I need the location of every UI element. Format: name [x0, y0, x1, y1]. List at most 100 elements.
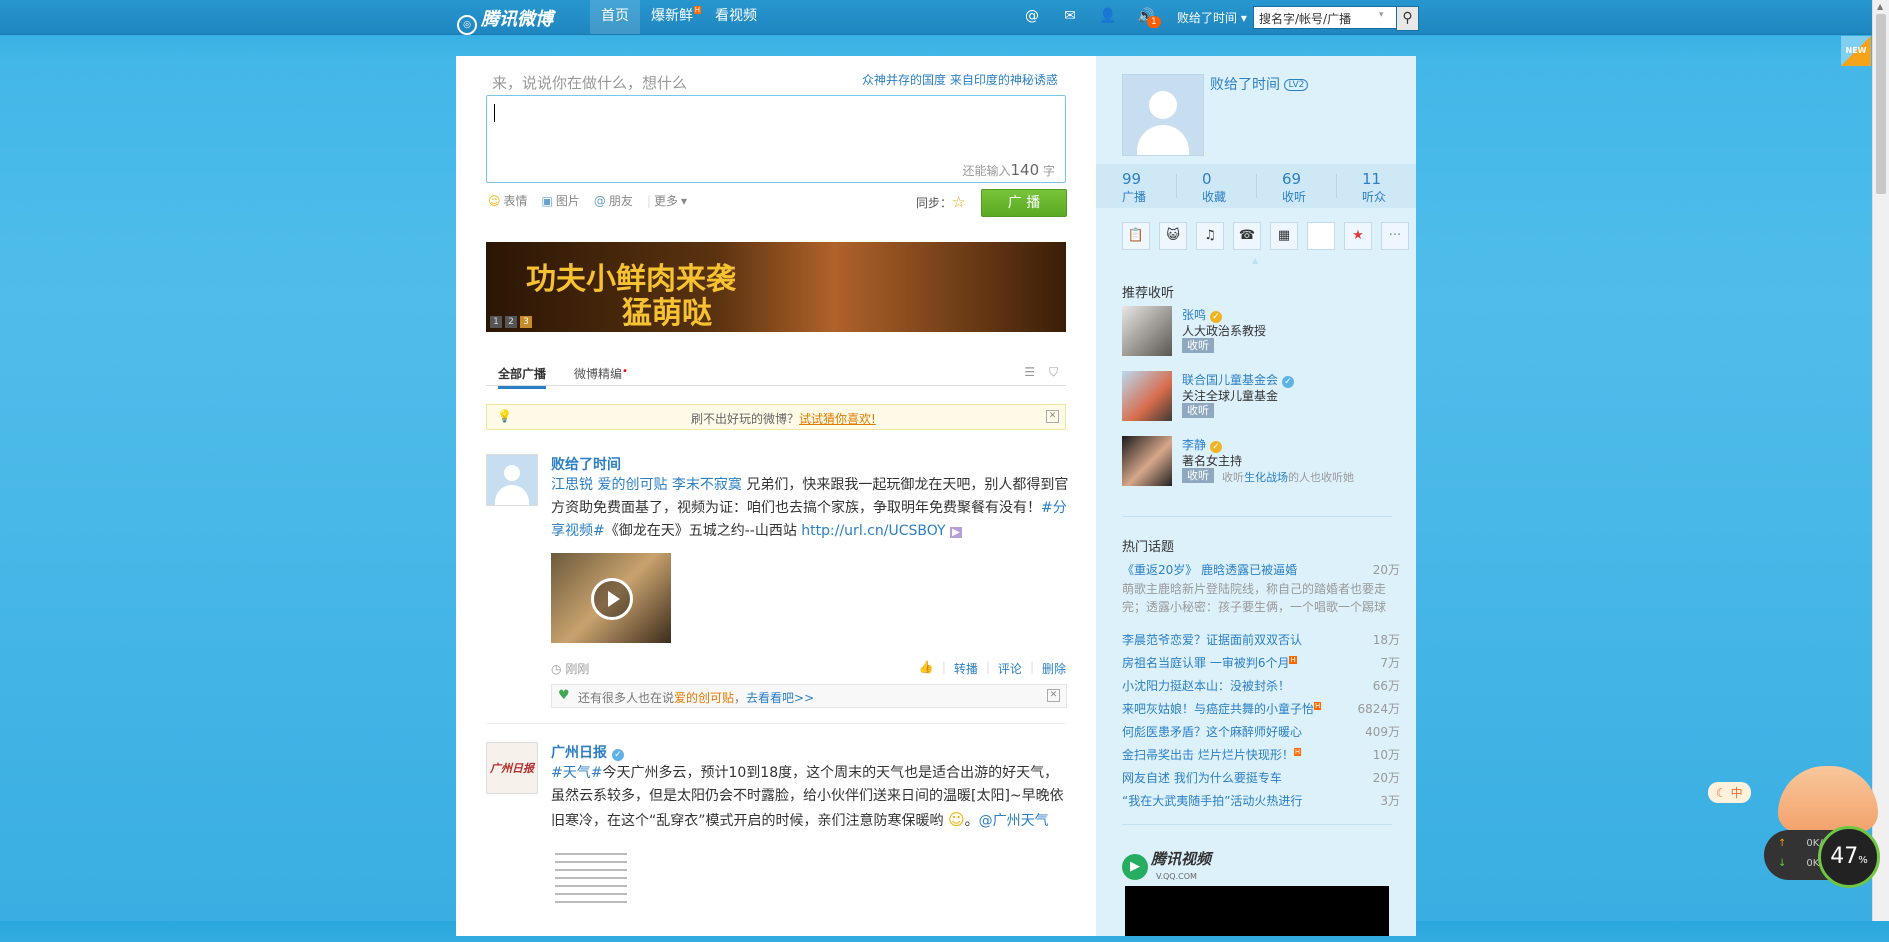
hot-topic-item[interactable]: 《重返20岁》 鹿晗透露已被逼婚 20万 [1122, 561, 1400, 578]
nav-fresh[interactable]: 爆新鲜 H [640, 0, 704, 34]
tab-picks[interactable]: 微博精编• [574, 365, 628, 382]
tab-all-label: 全部广播 [498, 367, 547, 381]
search-button[interactable]: ⚲ [1396, 6, 1419, 31]
stat-favorites[interactable]: 0 收藏 [1176, 164, 1256, 208]
more-apps-icon[interactable]: ··· [1381, 222, 1409, 250]
nav-video[interactable]: 看视频 [704, 0, 768, 34]
post-time[interactable]: 刚刚 [565, 662, 589, 676]
promo-banner[interactable]: 功夫小鲜肉来袭 猛萌哒 1 2 3 [486, 242, 1066, 332]
broadcast-button[interactable]: 广 播 [981, 189, 1067, 217]
scrollbar-thumb[interactable] [1876, 14, 1886, 194]
see-more-link[interactable]: 去看看吧>> [746, 691, 814, 705]
recommend-name[interactable]: 联合国儿童基金会 ✓ [1182, 371, 1294, 388]
player-icon[interactable]: ▦ [1270, 222, 1298, 250]
hashtag-link[interactable]: #天气# [551, 765, 602, 781]
memory-gauge[interactable]: 47% [1818, 826, 1880, 888]
game-icon[interactable]: 😺 [1159, 222, 1187, 250]
reason-link[interactable]: 生化战场 [1244, 471, 1288, 484]
image-thumbnail[interactable] [551, 847, 631, 927]
mention-link[interactable]: @广州天气 [979, 813, 1049, 829]
new-corner-badge[interactable]: NEW [1841, 36, 1871, 66]
video-play-icon[interactable]: ▶ [949, 527, 962, 538]
short-url-link[interactable]: http://url.cn/UCSBOY [801, 523, 945, 539]
video-thumbnail[interactable] [551, 553, 671, 643]
avatar[interactable] [1122, 371, 1172, 421]
mention-link[interactable]: 李末不寂寞 [672, 477, 742, 493]
banner-page-1[interactable]: 1 [490, 316, 502, 328]
stat-following[interactable]: 69 收听 [1256, 164, 1336, 208]
avatar[interactable] [1122, 306, 1172, 356]
hot-topic-item[interactable]: 金扫帚奖出击 烂片烂片快现形！H 10万 [1122, 746, 1400, 763]
level-badge[interactable]: LV2 [1284, 79, 1309, 91]
star-icon[interactable]: ☆ [952, 193, 965, 211]
guess-like-link[interactable]: 试试猜你喜欢! [799, 412, 876, 426]
mail-icon[interactable]: ✉ [1061, 8, 1079, 24]
mention-link[interactable]: 江思锐 [551, 477, 593, 493]
related-topic-link[interactable]: 爱的创可贴 [674, 691, 734, 705]
at-icon[interactable]: @ [1023, 8, 1041, 24]
tencent-video-logo[interactable]: ▶ 腾讯视频 V.QQ.COM [1122, 848, 1211, 881]
recommend-name[interactable]: 张鸣 ✓ [1182, 306, 1222, 323]
avatar[interactable] [1122, 74, 1204, 156]
profile-name-text: 败给了时间 [1210, 77, 1280, 93]
person-icon[interactable]: 👤 [1099, 8, 1117, 24]
verified-icon: ✓ [611, 749, 624, 761]
recommend-name[interactable]: 李静 ✓ [1182, 436, 1222, 453]
avatar[interactable] [486, 454, 538, 506]
hot-topic-item[interactable]: 房祖名当庭认罪 一审被判6个月H 7万 [1122, 654, 1400, 671]
follow-button[interactable]: 收听 [1182, 403, 1214, 418]
tab-all[interactable]: 全部广播 [498, 365, 547, 389]
phone-icon[interactable]: ☎ [1233, 222, 1261, 250]
profile-name[interactable]: 败给了时间 LV2 [1210, 74, 1309, 94]
list-view-icon[interactable]: ☰ [1024, 365, 1035, 380]
nav-home[interactable]: 首页 [590, 0, 640, 34]
follow-button[interactable]: 收听 [1182, 468, 1214, 483]
search-input[interactable]: 搜名字/帐号/广播 ▾ [1253, 6, 1419, 29]
hot-topic-item[interactable]: 来吧灰姑娘！与癌症共舞的小童子怡H 6824万 [1122, 700, 1400, 717]
stat-value: 69 [1282, 170, 1302, 188]
hot-topic-item[interactable]: 小沈阳力挺赵本山：没被封杀！ 66万 [1122, 677, 1400, 694]
notepad-icon[interactable]: 📋 [1122, 222, 1150, 250]
collapse-arrow-icon[interactable]: ▲ [1252, 256, 1258, 265]
banner-page-3[interactable]: 3 [520, 316, 532, 328]
avatar[interactable] [1122, 436, 1172, 486]
banner-page-2[interactable]: 2 [505, 316, 517, 328]
friend-tool[interactable]: @ 朋友 [594, 192, 633, 209]
composer-promo-link[interactable]: 众神并存的国度 来自印度的神秘诱惑 [862, 71, 1058, 88]
avatar[interactable]: 广州日报 [486, 742, 538, 794]
search-dropdown-icon[interactable]: ▾ [1379, 10, 1384, 20]
play-icon[interactable] [591, 578, 633, 620]
hot-topic-item[interactable]: “我在大武夷随手拍”活动火热进行 3万 [1122, 792, 1400, 809]
image-tool[interactable]: ▣ 图片 [542, 192, 580, 209]
shield-icon[interactable]: ⛉ [1049, 365, 1058, 380]
star-app-icon[interactable]: ★ [1344, 222, 1372, 250]
scroll-up-icon[interactable]: ▲ [1877, 2, 1883, 11]
follow-button[interactable]: 收听 [1182, 338, 1214, 353]
stat-followers[interactable]: 11 听众 [1336, 164, 1416, 208]
stat-broadcasts[interactable]: 99 广播 [1096, 164, 1176, 208]
delete-button[interactable]: 删除 [1042, 660, 1066, 677]
post-textarea[interactable]: 还能输入140 字 [486, 95, 1066, 183]
hot-topic-item[interactable]: 何彪医患矛盾？这个麻醉师好暖心 409万 [1122, 723, 1400, 740]
emoji-tool[interactable]: ☺ 表情 [488, 192, 528, 209]
music-icon[interactable]: ♫ [1196, 222, 1224, 250]
more-tool[interactable]: | 更多 ▾ [647, 192, 687, 209]
repost-button[interactable]: 转播 [954, 660, 978, 677]
video-preview[interactable] [1125, 886, 1389, 936]
tencent-weibo-logo[interactable]: ◎ 腾讯微博 [457, 5, 553, 35]
hot-topic-item[interactable]: 网友自述 我们为什么要挺专车 20万 [1122, 769, 1400, 786]
lightbulb-icon: 💡 [497, 409, 512, 423]
mascot-widget[interactable]: ☾ 中 [1708, 756, 1878, 836]
blank-app-icon[interactable] [1307, 222, 1335, 250]
section-divider [1122, 824, 1392, 825]
speaker-icon[interactable]: 🔊 1 [1137, 8, 1161, 28]
close-icon[interactable]: ✕ [1047, 689, 1060, 702]
user-menu[interactable]: 败给了时间 ▾ [1177, 9, 1247, 26]
hot-topic-item[interactable]: 李晨范爷恋爱？证据面前双双否认 18万 [1122, 631, 1400, 648]
comment-button[interactable]: 评论 [998, 660, 1022, 677]
close-icon[interactable]: ✕ [1046, 410, 1059, 423]
mention-link[interactable]: 爱的创可贴 [597, 477, 667, 493]
post-author[interactable]: 败给了时间 [551, 454, 621, 474]
thumb-up-icon[interactable]: 👍 [919, 660, 934, 677]
post-author[interactable]: 广州日报 ✓ [551, 742, 624, 762]
